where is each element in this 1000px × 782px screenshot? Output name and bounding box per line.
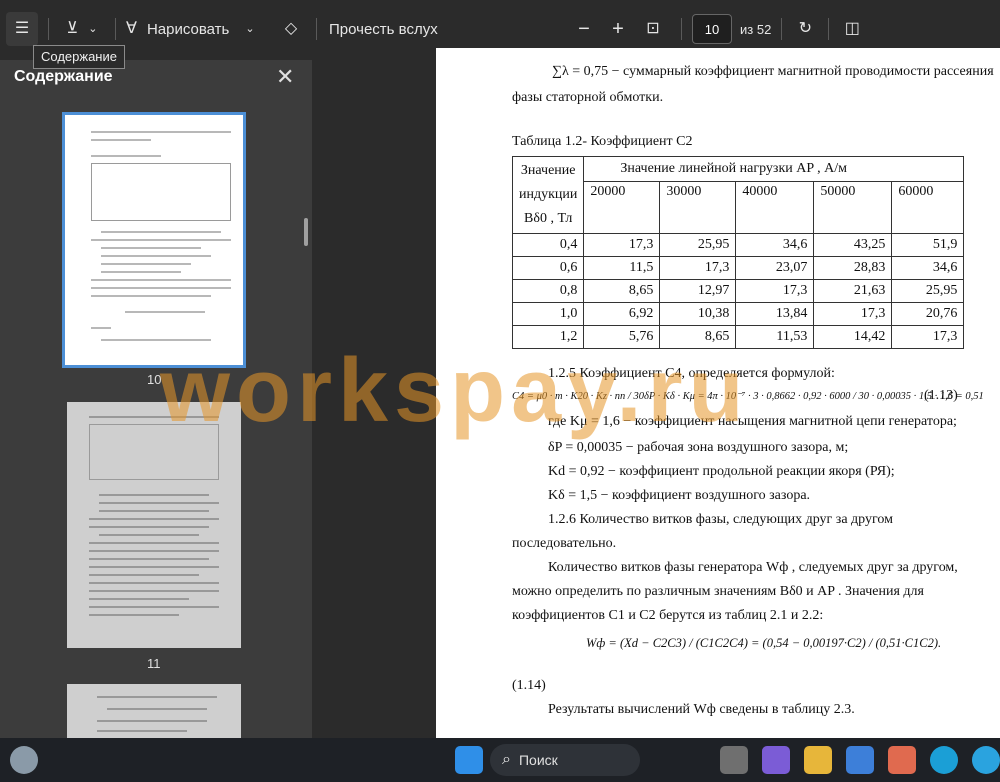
table-row: 0,4 17,3 25,95 34,6 43,25 51,9 <box>511 233 965 257</box>
divider <box>316 18 317 40</box>
store-icon[interactable] <box>846 746 874 774</box>
table-caption: Таблица 1.2- Коэффициент С2 <box>512 134 693 149</box>
table-row: 0,8 8,65 12,97 17,3 21,63 25,95 <box>511 279 965 303</box>
page-view-button[interactable]: ◫ <box>839 12 865 46</box>
thumbnail-label: 11 <box>147 656 161 671</box>
text-line: Результаты вычислений Wф сведены в табли… <box>548 702 855 717</box>
rotate-button[interactable]: ↻ <box>792 12 818 46</box>
tooltip: Содержание <box>33 45 125 69</box>
header-cell: индукции <box>519 187 578 202</box>
page-total: из 52 <box>740 21 772 37</box>
eraser-icon: ◇ <box>284 20 298 37</box>
text-line: ∑λ = 0,75 − суммарный коэффициент магнит… <box>552 64 994 79</box>
sidebar-title: Содержание <box>14 68 113 85</box>
equation-number: (1.14) <box>512 678 546 693</box>
chat-icon[interactable] <box>762 746 790 774</box>
text-line: Kd = 0,92 − коэффициент продольной реакц… <box>548 464 895 479</box>
page-number-input[interactable] <box>692 14 732 44</box>
edge-icon[interactable] <box>930 746 958 774</box>
text-line: фазы статорной обмотки. <box>512 90 664 105</box>
taskbar: ⌕ Поиск <box>0 738 1000 782</box>
task-view-icon[interactable] <box>720 746 748 774</box>
file-explorer-icon[interactable] <box>804 746 832 774</box>
page-thumbnail-10[interactable] <box>62 112 246 368</box>
header-cell: 60000 <box>891 180 965 235</box>
telegram-icon[interactable] <box>972 746 1000 774</box>
divider <box>828 18 830 40</box>
close-icon[interactable]: ✕ <box>276 64 294 90</box>
header-cell: Значение линейной нагрузки AP , А/м <box>583 156 965 182</box>
windows-start-icon[interactable] <box>455 746 483 774</box>
divider <box>115 18 116 40</box>
header-cell: Значение <box>520 163 576 178</box>
divider <box>48 18 49 40</box>
colorful-app-icon[interactable] <box>888 746 916 774</box>
list-icon: ☰ <box>14 20 30 37</box>
header-cell: 50000 <box>813 180 893 235</box>
header-cell: 30000 <box>659 180 737 235</box>
text-line: последовательно. <box>512 536 617 551</box>
divider <box>681 18 682 40</box>
divider <box>781 18 783 40</box>
header-cell: 40000 <box>735 180 815 235</box>
text-line: коэффициентов C1 и C2 берутся из таблиц … <box>512 608 824 623</box>
rotate-icon: ↻ <box>798 20 812 37</box>
pen-icon: ∀ <box>126 20 137 37</box>
zoom-out-button[interactable]: − <box>567 12 601 46</box>
read-aloud-label: Прочесть вслух <box>329 20 438 38</box>
section-heading: 1.2.6 Количество витков фазы, следующих … <box>548 512 893 527</box>
toc-button[interactable]: ☰ <box>6 12 38 46</box>
chevron-down-icon: ⌄ <box>88 23 98 35</box>
page-thumbnail-12[interactable] <box>67 684 241 738</box>
text-line: Количество витков фазы генератора Wф , с… <box>548 560 958 575</box>
table-row: 0,6 11,5 17,3 23,07 28,83 34,6 <box>511 256 965 280</box>
watermark: workspay.ru <box>160 341 750 441</box>
chevron-down-icon: ⌄ <box>245 23 255 35</box>
text-line: можно определить по различным значениям … <box>512 584 924 599</box>
highlighter-icon: ⊻ <box>66 20 79 37</box>
fit-page-button[interactable]: ⊡ <box>635 12 671 46</box>
text-line: Kδ = 1,5 − коэффициент воздушного зазора… <box>548 488 811 503</box>
equation-number: (1.13) <box>924 388 958 403</box>
coefficient-table: Значение индукции Bδ0 , Тл Значение лине… <box>511 156 965 349</box>
scrollbar[interactable] <box>304 218 308 246</box>
draw-button[interactable]: ∀ Нарисовать ⌄ <box>126 12 276 46</box>
read-aloud-button[interactable]: Прочесть вслух <box>327 12 567 46</box>
zoom-in-button[interactable]: + <box>601 12 635 46</box>
fit-width-icon: ⊡ <box>646 20 660 37</box>
minus-icon: − <box>578 18 590 40</box>
search-label: Поиск <box>518 752 558 768</box>
draw-label: Нарисовать <box>146 20 230 38</box>
two-page-icon: ◫ <box>844 20 860 37</box>
search-icon: ⌕ <box>502 751 511 768</box>
highlight-button[interactable]: ⊻ ⌄ <box>59 12 105 46</box>
eraser-button[interactable]: ◇ <box>276 12 306 46</box>
plus-icon: + <box>612 18 624 40</box>
header-cell: Bδ0 , Тл <box>524 211 573 226</box>
formula: Wф = (Xd − C2C3) / (C1C2C4) = (0,54 − 0,… <box>586 636 942 650</box>
taskbar-search[interactable]: ⌕ Поиск <box>490 744 640 776</box>
weather-icon[interactable] <box>10 746 38 774</box>
header-cell: 20000 <box>583 180 661 235</box>
table-row: 1,0 6,92 10,38 13,84 17,3 20,76 <box>511 302 965 326</box>
